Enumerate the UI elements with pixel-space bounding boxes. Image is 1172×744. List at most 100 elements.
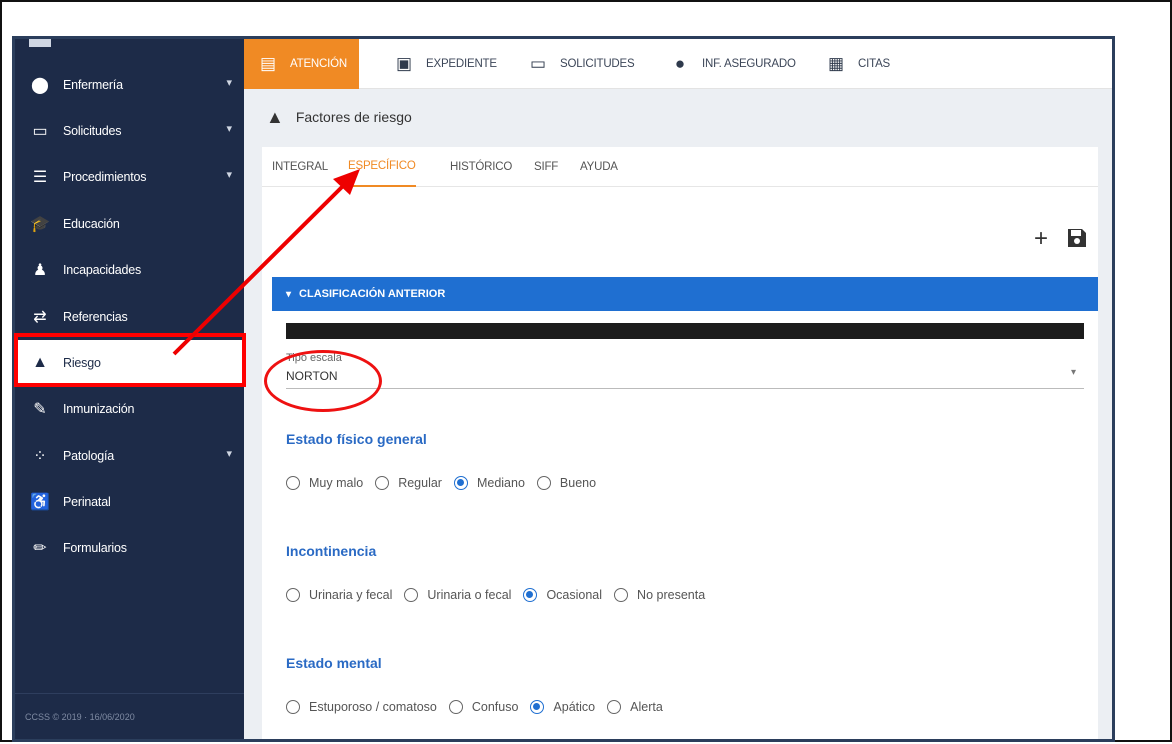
- sidebar-item-label: Inmunización: [63, 402, 135, 416]
- swap-arrows-icon: ⇄: [33, 309, 47, 326]
- subtab-historico[interactable]: HISTÓRICO: [450, 147, 512, 187]
- radio-urinaria-o-fecal[interactable]: Urinaria o fecal: [404, 588, 511, 602]
- scale-type-value: NORTON: [286, 369, 338, 383]
- section-title: CLASIFICACIÓN ANTERIOR: [299, 288, 446, 300]
- radio-circle-icon[interactable]: [536, 476, 551, 490]
- radio-circle-icon[interactable]: [607, 700, 622, 714]
- scale-type-label: Tipo escala: [286, 352, 342, 364]
- previous-classification-bar: [286, 323, 1084, 339]
- sidebar-item-enfermeria[interactable]: ⬤ Enfermería ▾: [15, 62, 244, 108]
- page-header: ▲ Factores de riesgo: [244, 89, 1112, 145]
- tab-inf-asegurado[interactable]: ● INF. ASEGURADO: [658, 39, 796, 89]
- radio-circle-icon[interactable]: [375, 476, 390, 490]
- card-body: + ▾ CLASIFICACIÓN ANTERIOR Tipo escala N…: [262, 187, 1098, 739]
- radio-circle-icon[interactable]: [523, 588, 538, 602]
- radio-estuporoso-comatoso[interactable]: Estuporoso / comatoso: [286, 700, 437, 714]
- sidebar-item-patologia[interactable]: ⁘ Patología ▾: [15, 433, 244, 479]
- radio-mediano[interactable]: Mediano: [453, 476, 525, 490]
- tab-label: INF. ASEGURADO: [702, 58, 796, 70]
- calendar-icon: ▦: [827, 54, 845, 73]
- tab-citas[interactable]: ▦ CITAS: [814, 39, 890, 89]
- sidebar-item-label: Referencias: [63, 310, 128, 324]
- tab-solicitudes[interactable]: ▭ SOLICITUDES: [516, 39, 635, 89]
- radio-bueno[interactable]: Bueno: [536, 476, 597, 490]
- sidebar-item-formularios[interactable]: ✏ Formularios: [15, 525, 244, 571]
- sidebar-item-referencias[interactable]: ⇄ Referencias: [15, 294, 244, 340]
- sidebar-footer: CCSS © 2019 · 16/06/2020: [15, 693, 244, 739]
- radio-label: Regular: [398, 476, 442, 490]
- inbox-icon: ▭: [32, 123, 48, 140]
- sidebar: ⬤ Enfermería ▾ ▭ Solicitudes ▾ ☰ Procedimientos…: [15, 39, 244, 739]
- subtab-siff[interactable]: SIFF: [534, 147, 558, 187]
- sidebar-item-label: Formularios: [63, 541, 127, 555]
- radio-group-estado-mental: Estuporoso / comatoso Confuso Apático Alert…: [286, 700, 675, 714]
- top-nav: ▤ ATENCIÓN ▣ EXPEDIENTE ▭ SOLICITUDES ● INF. AS…: [244, 39, 1112, 89]
- person-icon: ♟: [32, 262, 48, 279]
- radio-circle-icon[interactable]: [286, 476, 300, 490]
- radio-label: Urinaria y fecal: [309, 588, 393, 602]
- sidebar-item-label: Patología: [63, 449, 115, 463]
- warning-icon: ▲: [266, 106, 284, 127]
- scale-type-select[interactable]: Tipo escala NORTON ▾: [286, 349, 1084, 389]
- sidebar-item-perinatal[interactable]: ♿ Perinatal: [15, 479, 244, 525]
- section-header-clasificacion[interactable]: ▾ CLASIFICACIÓN ANTERIOR: [272, 277, 1098, 311]
- sidebar-item-procedimientos[interactable]: ☰ Procedimientos ▾: [15, 154, 244, 200]
- sidebar-item-solicitudes[interactable]: ▭ Solicitudes ▾: [15, 108, 244, 154]
- sidebar-item-label: Solicitudes: [63, 124, 122, 138]
- radio-circle-icon[interactable]: [614, 588, 629, 602]
- location-pin-icon: ⬤: [31, 77, 49, 94]
- radio-circle-icon[interactable]: [286, 700, 300, 714]
- main-content: ▲ Factores de riesgo INTEGRAL ESPECÍFICO H…: [244, 89, 1112, 739]
- radio-confuso[interactable]: Confuso: [448, 700, 518, 714]
- sidebar-item-label: Incapacidades: [63, 263, 142, 277]
- add-icon[interactable]: +: [1034, 225, 1048, 253]
- radio-no-presenta[interactable]: No presenta: [614, 588, 705, 602]
- molecule-icon: ⁘: [33, 448, 47, 465]
- subtab-ayuda[interactable]: AYUDA: [580, 147, 618, 187]
- sidebar-item-inmunizacion[interactable]: ✎ Inmunización: [15, 386, 244, 432]
- radio-group-incontinencia: Urinaria y fecal Urinaria o fecal Ocasiona…: [286, 588, 717, 602]
- chevron-down-icon: ▾: [226, 169, 232, 181]
- syringe-icon: ✎: [33, 401, 47, 418]
- radio-label: Bueno: [559, 476, 597, 490]
- radio-apatico[interactable]: Apático: [530, 700, 595, 714]
- save-icon[interactable]: [1066, 227, 1088, 255]
- radio-label: No presenta: [637, 588, 706, 602]
- list-icon: ☰: [32, 169, 48, 186]
- group-title-estado-fisico-general: Estado físico general: [286, 431, 427, 447]
- radio-urinaria-y-fecal[interactable]: Urinaria y fecal: [286, 588, 392, 602]
- radio-circle-icon[interactable]: [404, 588, 419, 602]
- radio-circle-icon[interactable]: [286, 588, 300, 602]
- subtabs: INTEGRAL ESPECÍFICO HISTÓRICO SIFF AYUDA: [262, 147, 1098, 187]
- sidebar-item-riesgo[interactable]: ▲ Riesgo: [15, 340, 244, 386]
- sidebar-item-label: Riesgo: [63, 356, 101, 370]
- subtab-integral[interactable]: INTEGRAL: [272, 147, 328, 187]
- sidebar-item-educacion[interactable]: 🎓 Educación: [15, 201, 244, 247]
- sidebar-item-incapacidades[interactable]: ♟ Incapacidades: [15, 247, 244, 293]
- radio-circle-icon[interactable]: [530, 700, 545, 714]
- radio-ocasional[interactable]: Ocasional: [523, 588, 602, 602]
- radio-muy-malo[interactable]: Muy malo: [286, 476, 363, 490]
- group-title-estado-mental: Estado mental: [286, 655, 382, 671]
- inbox-icon: ▭: [529, 54, 547, 73]
- sidebar-item-label: Procedimientos: [63, 170, 147, 184]
- radio-label: Ocasional: [546, 588, 603, 602]
- person-icon: ●: [674, 54, 686, 73]
- tab-label: CITAS: [858, 58, 891, 70]
- radio-circle-icon[interactable]: [448, 700, 463, 714]
- group-title-incontinencia: Incontinencia: [286, 543, 377, 559]
- chevron-down-icon: ▾: [226, 77, 232, 89]
- screenshot-frame: ⬤ Enfermería ▾ ▭ Solicitudes ▾ ☰ Procedimientos…: [0, 0, 1172, 742]
- radio-regular[interactable]: Regular: [375, 476, 442, 490]
- radio-alerta[interactable]: Alerta: [607, 700, 663, 714]
- pencil-icon: ✏: [33, 540, 47, 557]
- form-card: INTEGRAL ESPECÍFICO HISTÓRICO SIFF AYUDA + ▾…: [262, 147, 1098, 739]
- chevron-down-icon: ▾: [226, 123, 232, 135]
- radio-circle-icon[interactable]: [453, 476, 468, 490]
- tab-expediente[interactable]: ▣ EXPEDIENTE: [382, 39, 497, 89]
- radio-label: Muy malo: [309, 476, 364, 490]
- chevron-down-icon: ▾: [1070, 367, 1076, 378]
- subtab-especifico[interactable]: ESPECÍFICO: [348, 147, 416, 187]
- tab-atencion[interactable]: ▤ ATENCIÓN: [244, 39, 359, 89]
- chevron-down-icon: ▾: [226, 448, 232, 460]
